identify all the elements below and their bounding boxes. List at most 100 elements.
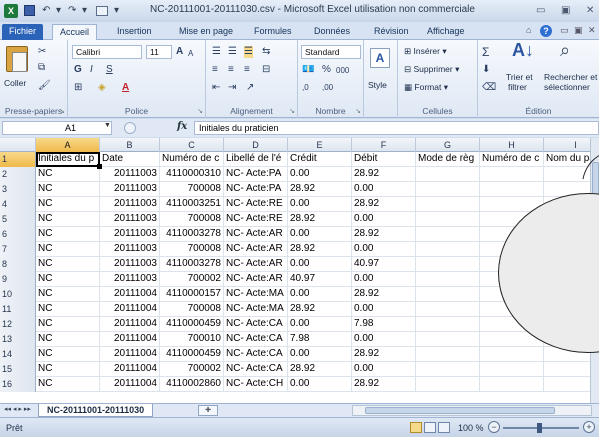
decrease-indent-icon[interactable]: ⇤ [212, 82, 220, 94]
cell-c13[interactable]: 700010 [160, 332, 224, 347]
cell-c15[interactable]: 700002 [160, 362, 224, 377]
cell-h16[interactable] [480, 377, 544, 392]
tab-accueil[interactable]: Accueil [52, 24, 98, 40]
cell-g14[interactable] [416, 347, 480, 362]
cell-c16[interactable]: 4110002860 [160, 377, 224, 392]
copy-icon[interactable]: ⧉ [38, 62, 45, 74]
cell-b11[interactable]: 20111004 [100, 302, 160, 317]
cell-h1[interactable]: Numéro de c [480, 152, 544, 167]
find-select-label1[interactable]: Rechercher et [544, 72, 597, 82]
cell-c6[interactable]: 4110003278 [160, 227, 224, 242]
row-header[interactable]: 6 [0, 227, 36, 242]
clipboard-launcher-icon[interactable]: ↘ [59, 107, 65, 115]
thousands-button[interactable]: 000 [336, 65, 349, 77]
print-preview-icon[interactable] [96, 6, 108, 16]
cell-e11[interactable]: 28.92 [288, 302, 352, 317]
cell-a4[interactable]: NC [36, 197, 100, 212]
tab-insertion[interactable]: Insertion [110, 24, 159, 40]
cell-g6[interactable] [416, 227, 480, 242]
column-header-b[interactable]: B [100, 138, 160, 152]
fill-handle[interactable] [97, 164, 102, 169]
tab-donnees[interactable]: Données [307, 24, 357, 40]
cell-a8[interactable]: NC [36, 257, 100, 272]
cell-d9[interactable]: NC- Acte:AR [224, 272, 288, 287]
cell-h2[interactable] [480, 167, 544, 182]
align-right-icon[interactable]: ≡ [244, 64, 250, 76]
cell-e2[interactable]: 0.00 [288, 167, 352, 182]
cell-e3[interactable]: 28.92 [288, 182, 352, 197]
column-header-g[interactable]: G [416, 138, 480, 152]
row-header[interactable]: 11 [0, 302, 36, 317]
align-middle-icon[interactable]: ☰ [228, 46, 237, 58]
alignment-launcher-icon[interactable]: ↘ [289, 107, 295, 115]
cell-f6[interactable]: 28.92 [352, 227, 416, 242]
zoom-slider-knob[interactable] [537, 423, 542, 433]
font-name-select[interactable]: Calibri [72, 45, 142, 59]
find-select-icon[interactable]: ⌕ [560, 41, 570, 59]
page-break-view-icon[interactable] [438, 422, 450, 433]
cell-a3[interactable]: NC [36, 182, 100, 197]
wrap-text-icon[interactable]: ⇆ [262, 46, 270, 58]
sort-filter-label2[interactable]: filtrer [508, 82, 527, 92]
zoom-in-button[interactable]: + [583, 421, 595, 433]
cell-a14[interactable]: NC [36, 347, 100, 362]
insert-button[interactable]: ⊞ Insérer ▾ [404, 46, 447, 57]
formula-bar-expand-icon[interactable] [124, 122, 136, 134]
maximize-icon[interactable]: ▣ [561, 5, 570, 16]
row-header[interactable]: 14 [0, 347, 36, 362]
excel-app-icon[interactable]: X [4, 4, 18, 18]
cell-d16[interactable]: NC- Acte:CH [224, 377, 288, 392]
cell-g8[interactable] [416, 257, 480, 272]
align-top-icon[interactable]: ☰ [212, 46, 221, 58]
cell-c10[interactable]: 4110000157 [160, 287, 224, 302]
cell-b8[interactable]: 20111003 [100, 257, 160, 272]
customize-qat-icon[interactable]: ▾ [114, 4, 119, 18]
decrease-decimal-button[interactable]: ,00 [322, 82, 333, 94]
cell-b9[interactable]: 20111003 [100, 272, 160, 287]
cell-b14[interactable]: 20111004 [100, 347, 160, 362]
row-header[interactable]: 13 [0, 332, 36, 347]
sheet-nav-arrows[interactable]: ◂◂ ◂ ▸ ▸▸ [4, 405, 31, 413]
cell-d10[interactable]: NC- Acte:MA [224, 287, 288, 302]
increase-indent-icon[interactable]: ⇥ [228, 82, 236, 94]
cell-a1[interactable]: Initiales du p [36, 152, 100, 167]
cell-e1[interactable]: Crédit [288, 152, 352, 167]
ribbon-minimize-icon[interactable]: ⌂ [526, 25, 531, 35]
help-icon[interactable]: ? [540, 25, 552, 37]
column-header-e[interactable]: E [288, 138, 352, 152]
cell-i1[interactable]: Nom du pa [544, 152, 590, 167]
workbook-restore-icon[interactable]: ▣ [574, 25, 583, 36]
row-header[interactable]: 15 [0, 362, 36, 377]
font-launcher-icon[interactable]: ↘ [197, 107, 203, 115]
cell-d12[interactable]: NC- Acte:CA [224, 317, 288, 332]
font-color-button[interactable]: A [122, 82, 129, 94]
tab-fichier[interactable]: Fichier [2, 24, 44, 40]
undo-dropdown-icon[interactable]: ▾ [56, 4, 61, 18]
cell-h14[interactable] [480, 347, 544, 362]
cell-b3[interactable]: 20111003 [100, 182, 160, 197]
column-header-h[interactable]: H [480, 138, 544, 152]
format-button[interactable]: ▦ Format ▾ [404, 82, 448, 93]
sheet-tab-active[interactable]: NC-20111001-20111030 [38, 404, 154, 417]
cell-b6[interactable]: 20111003 [100, 227, 160, 242]
insert-sheet-icon[interactable]: ✚ [198, 405, 218, 416]
paste-button[interactable]: Coller [4, 78, 26, 88]
row-header[interactable]: 5 [0, 212, 36, 227]
workbook-close-icon[interactable]: ✕ [588, 25, 596, 36]
cell-d2[interactable]: NC- Acte:PA [224, 167, 288, 182]
cell-b16[interactable]: 20111004 [100, 377, 160, 392]
styles-icon[interactable]: A [370, 48, 390, 68]
select-all-corner[interactable] [0, 138, 36, 152]
number-launcher-icon[interactable]: ↘ [355, 107, 361, 115]
cell-f16[interactable]: 28.92 [352, 377, 416, 392]
cell-a5[interactable]: NC [36, 212, 100, 227]
row-header[interactable]: 4 [0, 197, 36, 212]
row-header[interactable]: 2 [0, 167, 36, 182]
row-header[interactable]: 16 [0, 377, 36, 392]
cell-e14[interactable]: 0.00 [288, 347, 352, 362]
cell-f2[interactable]: 28.92 [352, 167, 416, 182]
cell-a11[interactable]: NC [36, 302, 100, 317]
grow-font-button[interactable]: A [176, 46, 183, 58]
cell-f15[interactable]: 0.00 [352, 362, 416, 377]
column-header-a[interactable]: A [36, 138, 100, 152]
